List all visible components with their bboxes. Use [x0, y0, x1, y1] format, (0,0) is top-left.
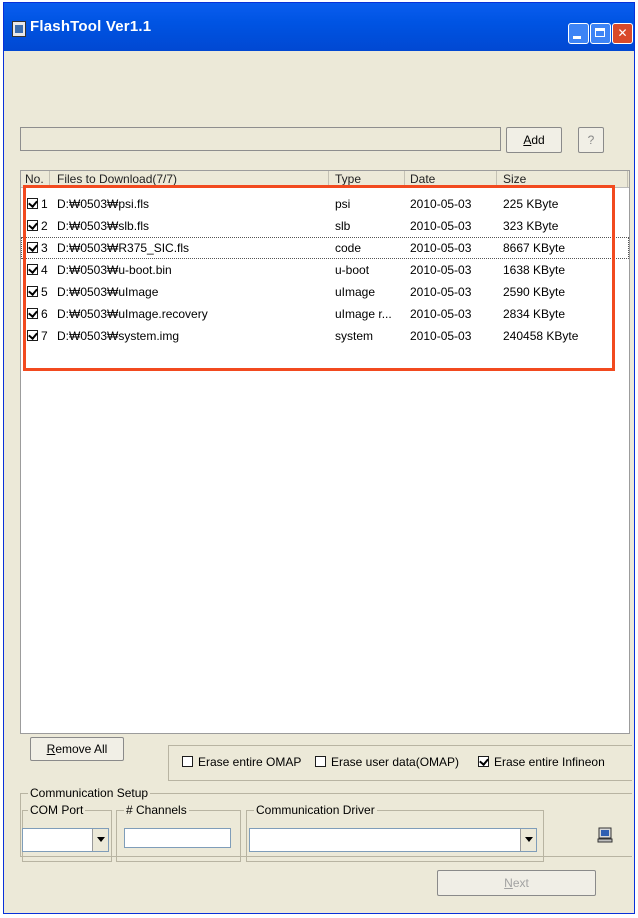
chevron-down-icon[interactable] [92, 829, 108, 851]
col-divider[interactable] [496, 171, 497, 187]
row-date: 2010-05-03 [410, 219, 472, 233]
row-file: D:₩0503₩uImage.recovery [57, 307, 208, 321]
maximize-icon[interactable] [590, 23, 611, 44]
row-checkbox[interactable] [27, 330, 38, 341]
row-file: D:₩0503₩slb.fls [57, 219, 150, 233]
col-type[interactable]: Type [335, 172, 361, 186]
row-size: 2590 KByte [503, 285, 566, 299]
window-title: FlashTool Ver1.1 [30, 18, 152, 35]
list-header: No. Files to Download(7/7) Type Date Siz… [21, 171, 629, 188]
row-date: 2010-05-03 [410, 307, 472, 321]
computer-icon[interactable] [597, 827, 613, 843]
title-bar[interactable]: FlashTool Ver1.1 ✕ [4, 3, 634, 51]
chevron-down-icon[interactable] [520, 829, 536, 851]
col-divider[interactable] [404, 171, 405, 187]
col-date[interactable]: Date [410, 172, 435, 186]
col-divider[interactable] [627, 171, 628, 187]
row-file: D:₩0503₩uImage [57, 285, 159, 299]
list-row[interactable]: 1 D:₩0503₩psi.fls psi 2010-05-03 225 KBy… [21, 193, 629, 215]
row-type: system [335, 329, 374, 343]
row-size: 240458 KByte [503, 329, 579, 343]
row-checkbox[interactable] [27, 198, 38, 209]
list-row[interactable]: 6 D:₩0503₩uImage.recovery uImage r... 20… [21, 303, 629, 325]
com-port-select[interactable] [22, 828, 109, 852]
file-path-input[interactable] [20, 127, 501, 151]
communication-driver-select[interactable] [249, 828, 537, 852]
row-checkbox[interactable] [27, 308, 38, 319]
col-size[interactable]: Size [503, 172, 526, 186]
row-date: 2010-05-03 [410, 197, 472, 211]
row-file: D:₩0503₩u-boot.bin [57, 263, 172, 277]
row-checkbox[interactable] [27, 242, 38, 253]
row-size: 1638 KByte [503, 263, 566, 277]
list-row[interactable]: 7 D:₩0503₩system.img system 2010-05-03 2… [21, 325, 629, 347]
app-icon [12, 21, 26, 37]
col-divider[interactable] [328, 171, 329, 187]
row-size: 2834 KByte [503, 307, 566, 321]
channels-label: # Channels [124, 803, 189, 817]
channels-input[interactable] [124, 828, 231, 848]
row-file: D:₩0503₩system.img [57, 329, 180, 343]
row-date: 2010-05-03 [410, 241, 472, 255]
row-size: 8667 KByte [503, 241, 566, 255]
row-checkbox[interactable] [27, 286, 38, 297]
row-file: D:₩0503₩psi.fls [57, 197, 150, 211]
row-date: 2010-05-03 [410, 263, 472, 277]
list-row[interactable]: 5 D:₩0503₩uImage uImage 2010-05-03 2590 … [21, 281, 629, 303]
row-checkbox[interactable] [27, 264, 38, 275]
row-date: 2010-05-03 [410, 285, 472, 299]
help-button[interactable]: ? [578, 127, 604, 153]
row-size: 323 KByte [503, 219, 559, 233]
erase-infineon-option[interactable]: Erase entire Infineon [478, 755, 605, 769]
file-list[interactable]: No. Files to Download(7/7) Type Date Siz… [20, 170, 630, 734]
row-type: psi [335, 197, 351, 211]
close-icon[interactable]: ✕ [612, 23, 633, 44]
col-files[interactable]: Files to Download(7/7) [57, 172, 177, 186]
communication-setup-label: Communication Setup [28, 786, 151, 800]
row-type: uImage r... [335, 307, 392, 321]
next-button[interactable]: Next [437, 870, 596, 896]
row-type: code [335, 241, 362, 255]
erase-user-data-checkbox[interactable] [315, 756, 326, 767]
erase-infineon-checkbox[interactable] [478, 756, 489, 767]
col-no[interactable]: No. [25, 172, 44, 186]
row-date: 2010-05-03 [410, 329, 472, 343]
minimize-icon[interactable] [568, 23, 589, 44]
erase-user-data-option[interactable]: Erase user data(OMAP) [315, 755, 459, 769]
row-type: u-boot [335, 263, 370, 277]
add-button[interactable]: Add [506, 127, 562, 153]
list-row[interactable]: 4 D:₩0503₩u-boot.bin u-boot 2010-05-03 1… [21, 259, 629, 281]
erase-omap-option[interactable]: Erase entire OMAP [182, 755, 301, 769]
row-size: 225 KByte [503, 197, 559, 211]
col-divider[interactable] [49, 171, 50, 187]
row-type: slb [335, 219, 351, 233]
row-type: uImage [335, 285, 376, 299]
communication-driver-label: Communication Driver [254, 803, 377, 817]
list-row[interactable]: 2 D:₩0503₩slb.fls slb 2010-05-03 323 KBy… [21, 215, 629, 237]
com-port-label: COM Port [28, 803, 86, 817]
row-checkbox[interactable] [27, 220, 38, 231]
erase-omap-checkbox[interactable] [182, 756, 193, 767]
remove-all-button[interactable]: Remove All [30, 737, 124, 761]
row-file: D:₩0503₩R375_SIC.fls [57, 241, 190, 255]
list-row-selected[interactable]: 3 D:₩0503₩R375_SIC.fls code 2010-05-03 8… [21, 237, 629, 259]
